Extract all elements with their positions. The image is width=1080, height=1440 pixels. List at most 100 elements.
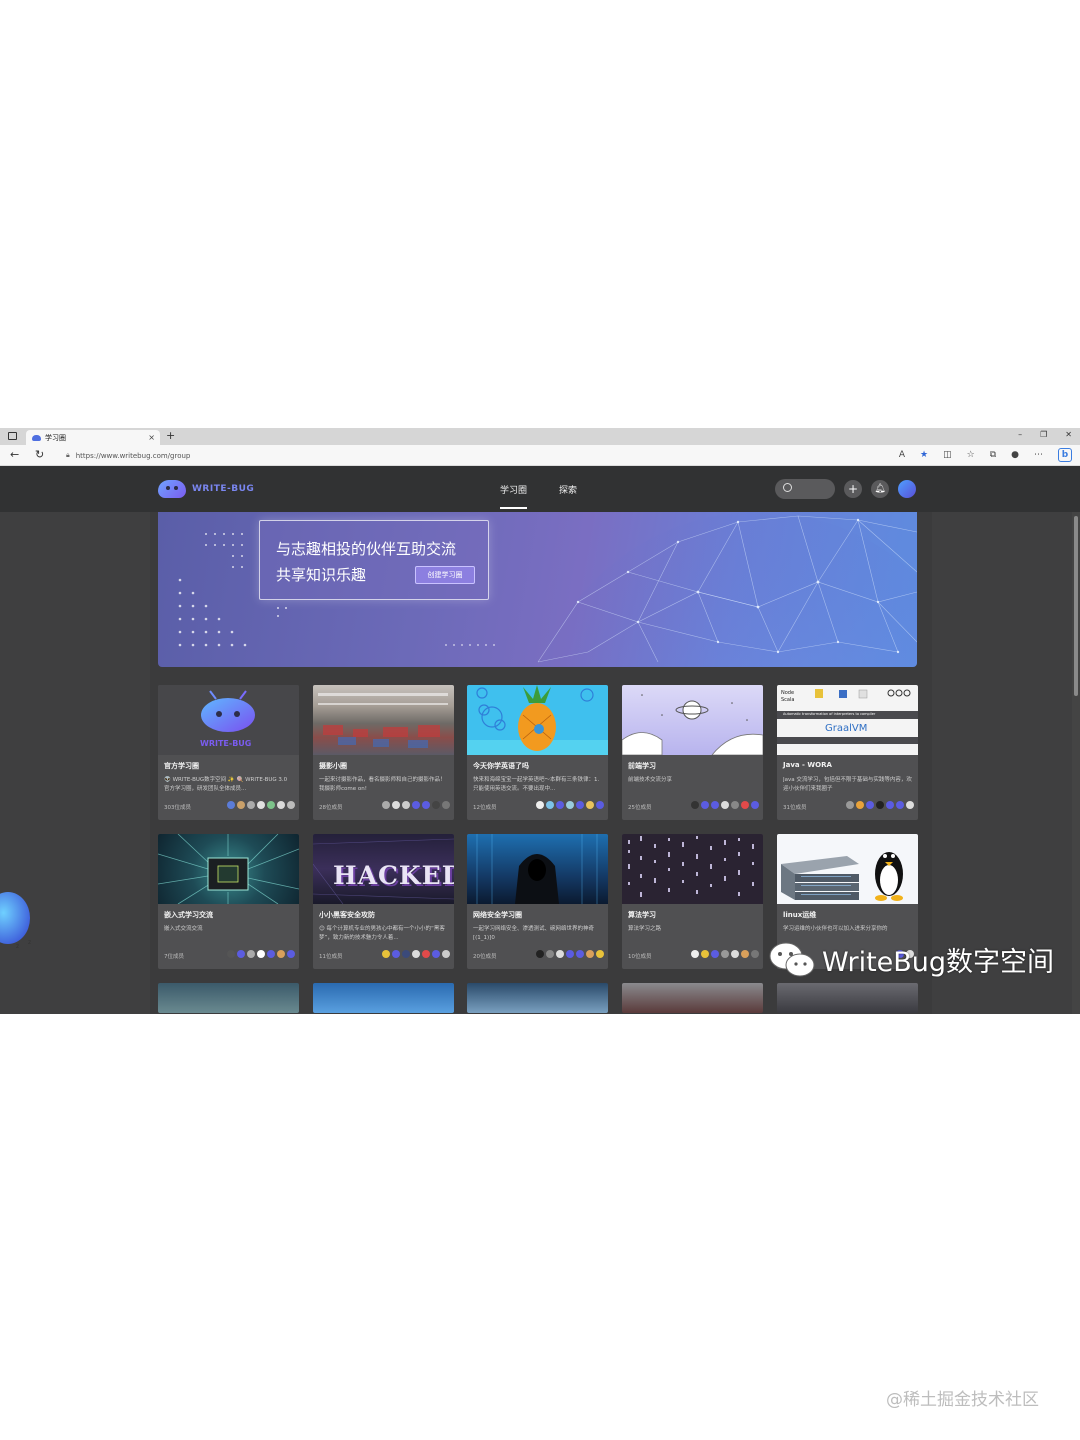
- graalvm-logo: GraalVM: [825, 723, 868, 734]
- card-title: linux运维: [783, 911, 817, 919]
- robot-caption: WRITE-BUG: [200, 739, 252, 748]
- group-card[interactable]: Node Scala Automatic transformation of in…: [777, 685, 918, 820]
- add-button[interactable]: +: [844, 480, 862, 498]
- card-image: [467, 685, 608, 755]
- card-image: [622, 834, 763, 904]
- search-input[interactable]: [775, 479, 835, 499]
- collections-icon[interactable]: ⧉: [990, 450, 996, 460]
- lock-icon: 🔒︎: [66, 451, 70, 459]
- card-title: 前端学习: [628, 762, 656, 770]
- group-card-partial[interactable]: [313, 983, 454, 1013]
- scrollbar-thumb[interactable]: [1074, 516, 1078, 696]
- tab-title: 学习圈: [45, 433, 66, 442]
- maximize-icon[interactable]: ❐: [1040, 430, 1047, 439]
- card-description: 嵌入式交流交流: [164, 926, 203, 932]
- card-description: 😊 每个计算机专业的男孩心中都有一个小小的“黑客梦”，致力新的技术魅力令人着..…: [319, 926, 445, 941]
- more-icon[interactable]: ⋯: [1034, 450, 1043, 460]
- card-title: 官方学习圈: [164, 762, 199, 770]
- browser-toolbar: A ★ ◫ ☆ ⧉ ● ⋯ b: [899, 448, 1072, 462]
- create-group-button[interactable]: 创建学习圈: [415, 566, 475, 584]
- svg-text:Node: Node: [781, 690, 794, 696]
- group-card-partial[interactable]: [158, 983, 299, 1013]
- refresh-icon[interactable]: ↻: [35, 448, 44, 461]
- back-icon[interactable]: ←: [10, 448, 19, 461]
- hero-banner: 与志趣相投的伙伴互助交流 共享知识乐趣 创建学习圈: [158, 512, 917, 667]
- floating-mascot: z z: [0, 892, 31, 950]
- window-controls: – ❐ ✕: [1018, 430, 1072, 439]
- card-title: 算法学习: [628, 911, 656, 919]
- card-image: [467, 834, 608, 904]
- logo-text: WRITE-BUG: [192, 484, 255, 494]
- member-avatars: [536, 950, 604, 958]
- card-image: [622, 685, 763, 755]
- member-count: 11位成员: [319, 954, 343, 960]
- close-tab-icon[interactable]: ×: [148, 433, 155, 442]
- source-credit: @稀土掘金技术社区: [886, 1390, 1039, 1410]
- nav-item-groups[interactable]: 学习圈: [500, 483, 528, 509]
- member-avatars: [846, 801, 914, 809]
- card-description: 前端技术交流分享: [628, 777, 673, 783]
- split-screen-icon[interactable]: ◫: [943, 450, 952, 460]
- member-count: 20位成员: [473, 954, 497, 960]
- group-card[interactable]: WRITE-BUG 官方学习圈 👽 WRITE-BUG数字空间 ✨ 🍭 WRIT…: [158, 685, 299, 820]
- group-card-partial[interactable]: [777, 983, 918, 1013]
- member-count: 303位成员: [164, 805, 191, 811]
- card-title: Java - WORA: [783, 761, 832, 769]
- svg-text:Scala: Scala: [781, 697, 794, 703]
- bell-icon[interactable]: 🔔︎: [871, 480, 889, 498]
- read-aloud-icon[interactable]: A: [899, 450, 905, 460]
- main-nav: 学习圈 探索: [500, 483, 577, 509]
- card-image: Node Scala Automatic transformation of in…: [777, 685, 918, 755]
- url-field[interactable]: 🔒︎ https://www.writebug.com/group: [62, 448, 882, 463]
- card-description: 一起学习网络安全、渗透测试、碗网络世界的神奇[(1_1)]0: [473, 926, 595, 941]
- banner-headline: 与志趣相投的伙伴互助交流: [276, 540, 457, 558]
- group-card[interactable]: HACKED 小小黑客安全攻防 😊 每个计算机专业的男孩心中都有一个小小的“黑客…: [313, 834, 454, 969]
- member-avatars: [227, 801, 295, 809]
- card-description: 👽 WRITE-BUG数字空间 ✨ 🍭 WRITE-BUG 3.0 官方学习圈，…: [164, 777, 288, 792]
- card-description: 一起来讨摄影作品，看名摄影师和自己的摄影作品！我摄影师come on!: [319, 777, 446, 792]
- banner-subline: 共享知识乐趣: [276, 566, 367, 584]
- new-tab-icon[interactable]: +: [166, 429, 175, 442]
- card-image: [158, 834, 299, 904]
- watermark-text: WriteBug数字空间: [822, 947, 1055, 978]
- member-count: 10位成员: [628, 954, 652, 960]
- favicon-icon: [32, 434, 41, 441]
- wechat-icon: [769, 942, 815, 976]
- member-avatars: [691, 801, 759, 809]
- group-card[interactable]: 网络安全学习圈 一起学习网络安全、渗透测试、碗网络世界的神奇[(1_1)]0 2…: [467, 834, 608, 969]
- address-bar: ← ↻ 🔒︎ https://www.writebug.com/group A …: [0, 445, 1080, 466]
- screenshot-frame: 学习圈 × + – ❐ ✕ ← ↻ 🔒︎ https://www.writebu…: [0, 428, 1080, 1014]
- group-card[interactable]: 今天你学英语了吗 快来和海绵宝宝一起学英语吧～本群有三条铁律：1.只能使用英语交…: [467, 685, 608, 820]
- card-title: 网络安全学习圈: [473, 911, 522, 919]
- profile-icon[interactable]: ●: [1011, 450, 1019, 460]
- group-card-partial[interactable]: [467, 983, 608, 1013]
- hacked-text: HACKED: [333, 861, 454, 890]
- favorite-star-icon[interactable]: ★: [920, 450, 928, 460]
- card-image: [777, 834, 918, 904]
- group-card[interactable]: 前端学习 前端技术交流分享 25位成员: [622, 685, 763, 820]
- member-count: 28位成员: [319, 805, 343, 811]
- group-card-partial[interactable]: [622, 983, 763, 1013]
- browser-tab[interactable]: 学习圈 ×: [26, 430, 160, 445]
- wechat-watermark: WriteBug数字空间: [768, 940, 1054, 979]
- site-logo[interactable]: WRITE-BUG: [158, 480, 254, 498]
- group-card[interactable]: 摄影小圈 一起来讨摄影作品，看名摄影师和自己的摄影作品！我摄影师come on!…: [313, 685, 454, 820]
- favorites-icon[interactable]: ☆: [967, 450, 975, 460]
- banner-callout: 与志趣相投的伙伴互助交流 共享知识乐趣 创建学习圈: [259, 520, 489, 600]
- card-description: 算法学习之路: [628, 926, 662, 932]
- card-image: WRITE-BUG: [158, 685, 299, 755]
- card-image: [313, 685, 454, 755]
- site-header: WRITE-BUG 学习圈 探索 + 🔔︎: [0, 466, 1080, 512]
- minimize-icon[interactable]: –: [1018, 430, 1022, 439]
- member-avatars: [227, 950, 295, 958]
- member-avatars: [382, 801, 450, 809]
- member-count: 25位成员: [628, 805, 652, 811]
- group-card[interactable]: 算法学习 算法学习之路 10位成员: [622, 834, 763, 969]
- nav-item-explore[interactable]: 探索: [559, 483, 577, 509]
- group-card[interactable]: 嵌入式学习交流 嵌入式交流交流 7位成员: [158, 834, 299, 969]
- user-avatar[interactable]: [898, 480, 916, 498]
- bing-icon[interactable]: b: [1058, 448, 1072, 462]
- member-avatars: [382, 950, 450, 958]
- close-window-icon[interactable]: ✕: [1065, 430, 1072, 439]
- tab-actions-icon[interactable]: [8, 432, 17, 440]
